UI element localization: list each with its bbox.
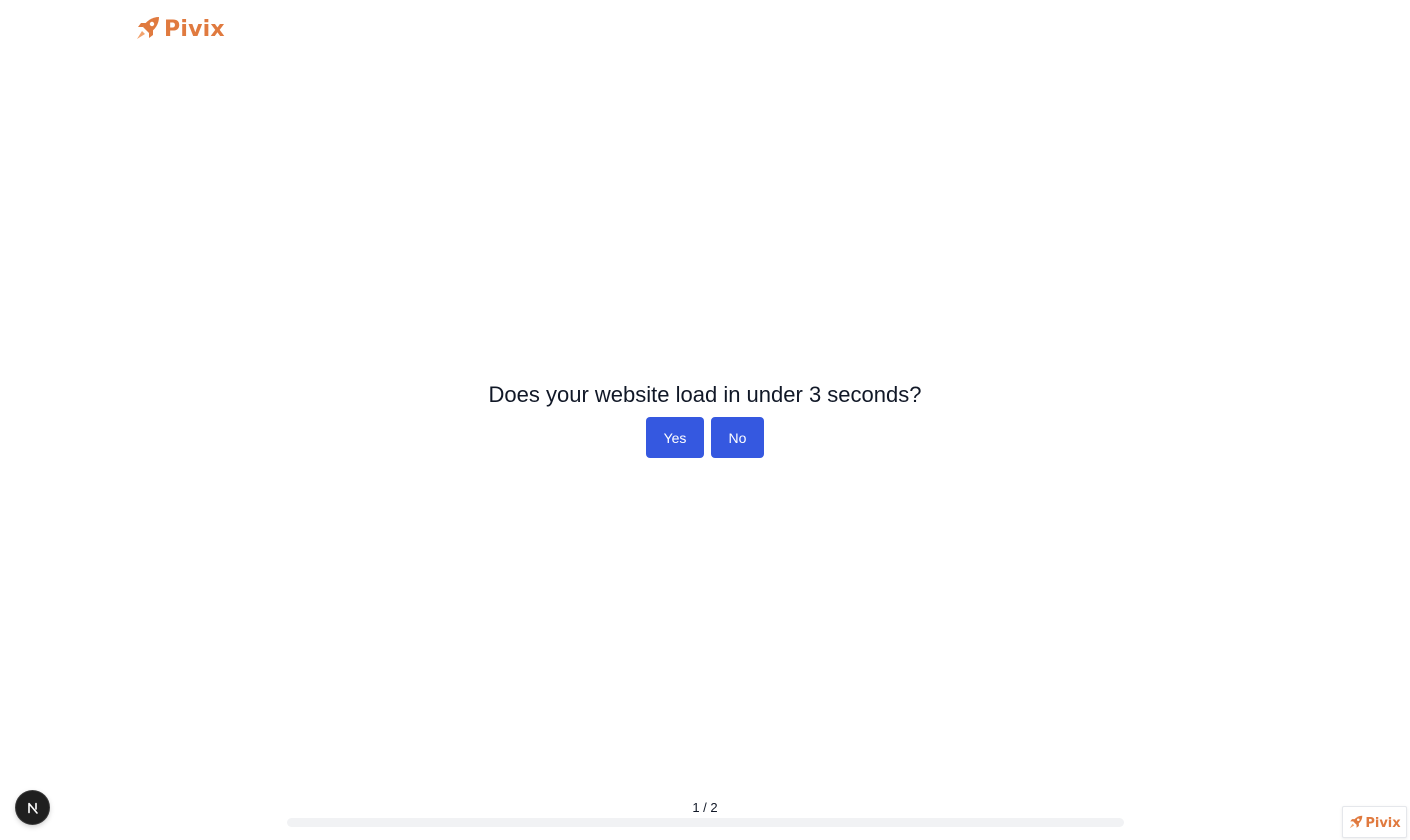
yes-button[interactable]: Yes	[646, 417, 704, 458]
quiz-card: Does your website load in under 3 second…	[0, 380, 1410, 458]
logo-text: Pivix	[164, 17, 225, 42]
badge-text: Pivix	[1365, 816, 1401, 831]
rocket-icon	[137, 17, 159, 39]
nextjs-icon	[27, 802, 38, 814]
nextjs-dev-indicator[interactable]	[16, 791, 49, 824]
progress-counter: 1 / 2	[692, 800, 718, 815]
no-button[interactable]: No	[711, 417, 764, 458]
quiz-question: Does your website load in under 3 second…	[488, 382, 922, 407]
rocket-icon	[1350, 815, 1363, 829]
answer-buttons: Yes No	[0, 417, 1410, 458]
brand-badge[interactable]: Pivix	[1342, 806, 1407, 838]
header-logo[interactable]: Pivix	[134, 12, 225, 44]
progress-bar	[287, 818, 1124, 827]
